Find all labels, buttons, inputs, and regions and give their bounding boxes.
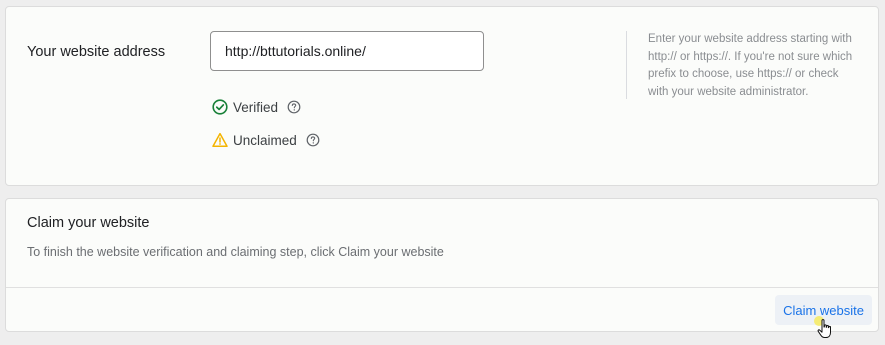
status-verified: Verified (212, 99, 301, 115)
status-unclaimed-label: Unclaimed (233, 132, 297, 148)
status-verified-label: Verified (233, 99, 279, 115)
status-unclaimed: Unclaimed (212, 132, 320, 148)
claim-website-description: To finish the website verification and c… (27, 245, 444, 259)
check-circle-icon (212, 99, 228, 115)
claim-website-card: Claim your website To finish the website… (5, 198, 879, 332)
warning-triangle-icon (212, 132, 228, 148)
card-divider (6, 287, 878, 288)
help-circle-icon[interactable] (287, 100, 301, 114)
vertical-divider (626, 31, 627, 99)
website-address-card: Your website address Verified Uncl (5, 6, 879, 186)
website-address-help-text: Enter your website address starting with… (648, 33, 853, 98)
claim-website-title: Claim your website (27, 215, 150, 231)
website-address-label: Your website address (27, 44, 166, 60)
hand-pointer-cursor-icon (813, 316, 835, 340)
help-circle-icon[interactable] (306, 133, 320, 147)
website-address-input[interactable] (210, 31, 484, 71)
